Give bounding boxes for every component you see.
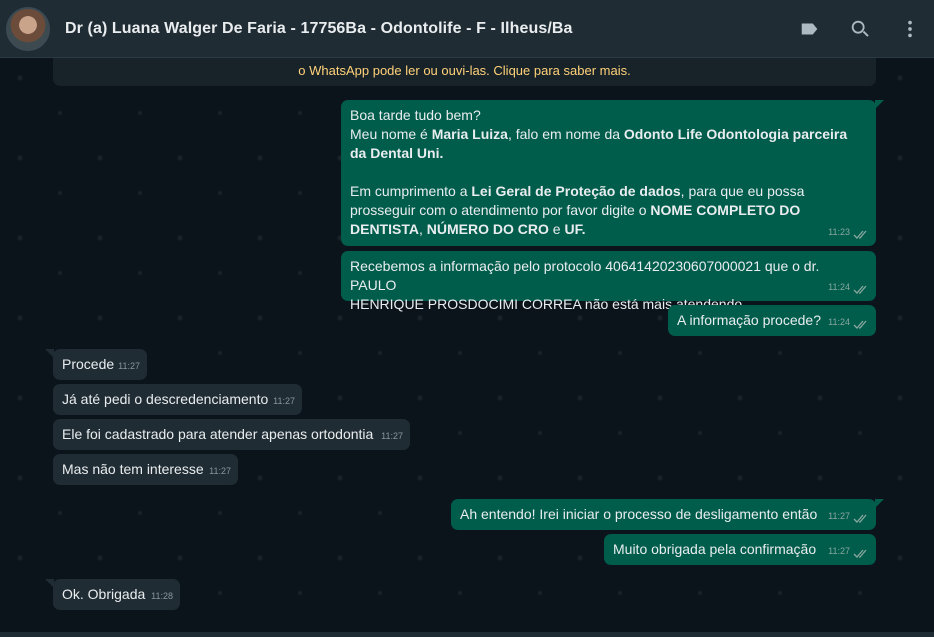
message-outgoing[interactable]: Ah entendo! Irei iniciar o processo de d… (451, 499, 884, 530)
message-time: 11:27 (118, 361, 140, 371)
message-meta: 11:27 (209, 462, 231, 481)
message-text: Ele foi cadastrado para atender apenas o… (62, 426, 374, 442)
message-incoming[interactable]: Ele foi cadastrado para atender apenas o… (53, 419, 410, 450)
message-time: 11:27 (828, 511, 850, 521)
double-check-icon (853, 512, 869, 523)
message-time: 11:24 (828, 317, 850, 327)
message-incoming[interactable]: Já até pedi o descredenciamento 11:27 (53, 384, 302, 415)
message-time: 11:27 (273, 396, 295, 406)
message-meta: 11:27 (828, 507, 869, 526)
message-meta: 11:27 (381, 427, 403, 446)
message-outgoing[interactable]: Boa tarde tudo bem? Meu nome é Maria Lui… (341, 100, 884, 246)
bubble-tail (875, 100, 884, 109)
message-meta: 11:27 (273, 392, 295, 411)
message-meta: 11:28 (151, 587, 173, 606)
text-bold: UF. (564, 221, 586, 237)
message-time: 11:24 (828, 282, 850, 292)
message-text-line: Em cumprimento a Lei Geral de Proteção d… (350, 182, 867, 201)
text-bold: DENTISTA (350, 221, 419, 237)
encryption-notice[interactable]: o WhatsApp pode ler ou ouvi-las. Clique … (53, 58, 876, 86)
message-outgoing[interactable]: Muito obrigada pela confirmação 11:27 (604, 534, 876, 565)
double-check-icon (853, 318, 869, 329)
message-text-line: Recebemos a informação pelo protocolo 40… (350, 258, 820, 293)
bubble-tail (45, 349, 54, 358)
message-text: Já até pedi o descredenciamento (62, 391, 269, 407)
message-text-line: Meu nome é Maria Luiza, falo em nome da … (350, 125, 867, 144)
contact-name[interactable]: Dr (a) Luana Walger De Faria - 17756Ba -… (65, 20, 573, 38)
text-bold: NÚMERO DO CRO (426, 221, 549, 237)
message-meta: 11:24 (828, 313, 869, 332)
message-outgoing[interactable]: A informação procede? 11:24 (668, 305, 876, 336)
message-text: Boa tarde tudo bem? (350, 107, 481, 123)
message-text: Mas não tem interesse (62, 461, 204, 477)
text-bold: Maria Luiza (431, 126, 508, 142)
text-bold: Lei Geral de Proteção de dados (471, 183, 681, 199)
text-segment: prosseguir com o atendimento por favor d… (350, 202, 651, 218)
menu-icon[interactable] (898, 17, 922, 41)
message-incoming[interactable]: Procede 11:27 (45, 349, 147, 380)
header-actions (772, 0, 922, 58)
double-check-icon (853, 283, 869, 294)
message-meta: 11:27 (828, 542, 869, 561)
double-check-icon (853, 228, 869, 239)
message-time: 11:23 (828, 227, 850, 237)
text-segment: Meu nome é (350, 126, 432, 142)
text-bold: da Dental Uni. (350, 145, 444, 161)
message-meta: 11:23 (828, 223, 869, 242)
message-time: 11:27 (828, 546, 850, 556)
message-meta: 11:27 (118, 357, 140, 376)
chat-header: Dr (a) Luana Walger De Faria - 17756Ba -… (0, 0, 934, 58)
label-icon[interactable] (798, 17, 822, 41)
message-time: 11:27 (381, 431, 403, 441)
message-incoming[interactable]: Ok. Obrigada 11:28 (45, 579, 180, 610)
text-segment: , para que eu possa (680, 183, 805, 199)
text-bold: NOME COMPLETO DO (650, 202, 801, 218)
message-time: 11:28 (151, 591, 173, 601)
message-text: Ah entendo! Irei iniciar o processo de d… (460, 506, 818, 522)
contact-avatar[interactable] (6, 6, 50, 51)
composer-edge (0, 632, 934, 637)
message-outgoing[interactable]: Recebemos a informação pelo protocolo 40… (341, 251, 876, 312)
chat-area: o WhatsApp pode ler ou ouvi-las. Clique … (0, 58, 934, 632)
text-segment: e (548, 221, 565, 237)
double-check-icon (853, 547, 869, 558)
text-segment: , falo em nome da (507, 126, 624, 142)
bubble-tail (875, 499, 884, 508)
message-text-line: da Dental Uni. (350, 144, 867, 163)
message-text-line: prosseguir com o atendimento por favor d… (350, 201, 867, 220)
message-meta: 11:24 (828, 278, 869, 297)
search-icon[interactable] (848, 17, 872, 41)
text-segment: , (418, 221, 427, 237)
message-text-line: DENTISTA, NÚMERO DO CRO e UF. (350, 220, 867, 239)
message-time: 11:27 (209, 466, 231, 476)
message-incoming[interactable]: Mas não tem interesse 11:27 (53, 454, 238, 485)
text-bold: Odonto Life Odontologia parceira (623, 126, 848, 142)
text-segment: Em cumprimento a (350, 183, 472, 199)
bubble-tail (45, 579, 54, 588)
